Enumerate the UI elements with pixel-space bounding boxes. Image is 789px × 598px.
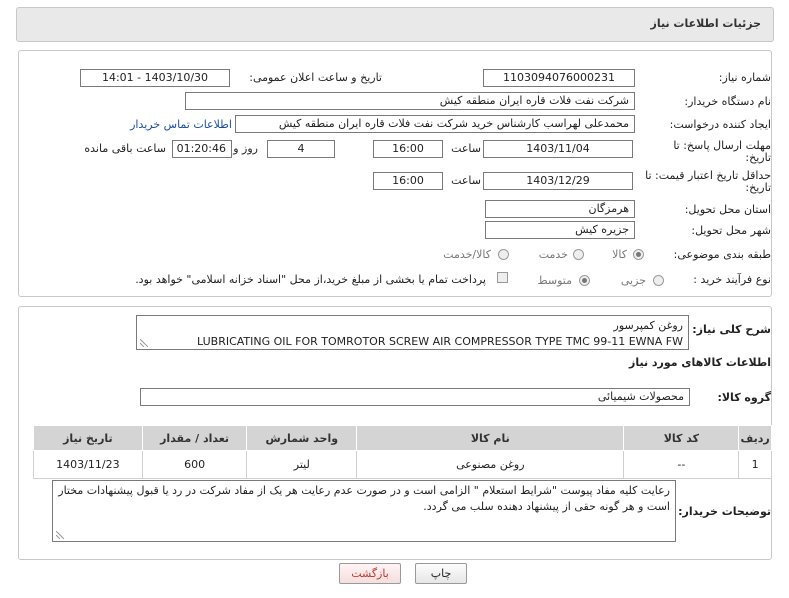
back-button[interactable]: بازگشت <box>339 563 401 584</box>
process-radio-minor[interactable] <box>653 275 664 286</box>
description-label: شرح کلی نیاز: <box>692 323 771 336</box>
process-option-medium: متوسط <box>537 274 572 287</box>
goods-table-header: ردیف کد کالا نام کالا واحد شمارش تعداد /… <box>33 425 772 451</box>
cell-unit: لیتر <box>246 450 358 479</box>
description-line-2: LUBRICATING OIL FOR TOMROTOR SCREW AIR C… <box>197 335 683 348</box>
time-remaining-label: ساعت باقی مانده <box>84 142 166 155</box>
goods-section-title: اطلاعات کالاهای مورد نیاز <box>629 356 771 369</box>
category-radio-goods-service[interactable] <box>498 249 509 260</box>
category-radio-service[interactable] <box>573 249 584 260</box>
process-radio-medium[interactable] <box>579 275 590 286</box>
page-title: جزئیات اطلاعات نیاز <box>650 17 762 30</box>
category-option-goods-service: کالا/خدمت <box>443 248 491 261</box>
buyer-notes-text: رعایت کلیه مفاد پیوست "شرایط استعلام " ا… <box>58 484 670 513</box>
validity-date-field: 1403/12/29 <box>483 172 633 190</box>
treasury-payment-note: پرداخت تمام یا بخشی از مبلغ خرید،از محل … <box>135 273 486 286</box>
process-option-minor: جزیی <box>620 274 646 287</box>
deadline-time-field: 16:00 <box>373 140 443 158</box>
cell-code: -- <box>623 450 740 479</box>
days-remaining-field: 4 <box>267 140 335 158</box>
province-label: استان محل تحویل: <box>684 203 771 216</box>
goods-table: ردیف کد کالا نام کالا واحد شمارش تعداد /… <box>33 425 772 479</box>
col-qty: تعداد / مقدار <box>141 425 248 451</box>
description-textarea: روغن کمپرسور LUBRICATING OIL FOR TOMROTO… <box>136 315 689 350</box>
category-label: طبقه بندی موضوعی: <box>673 248 771 261</box>
announce-date-field: 1403/10/30 - 14:01 <box>80 69 230 87</box>
process-label: نوع فرآیند خرید : <box>693 273 771 286</box>
buyer-org-field: شرکت نفت فلات قاره ایران منطقه کیش <box>185 92 635 110</box>
province-field: هرمزگان <box>485 200 635 218</box>
buyer-notes-label: توضیحات خریدار: <box>678 505 771 518</box>
buyer-notes-textarea: رعایت کلیه مفاد پیوست "شرایط استعلام " ا… <box>52 480 676 542</box>
deadline-label-2: تاریخ: <box>745 151 771 164</box>
category-option-service: خدمت <box>538 248 568 261</box>
creator-label: ایجاد کننده درخواست: <box>669 118 771 131</box>
validity-time-field: 16:00 <box>373 172 443 190</box>
need-number-field: 1103094076000231 <box>483 69 635 87</box>
col-name: نام کالا <box>356 425 625 451</box>
goods-group-label: گروه کالا: <box>717 391 771 404</box>
cell-date: 1403/11/23 <box>33 450 143 479</box>
col-code: کد کالا <box>623 425 740 451</box>
print-button[interactable]: چاپ <box>415 563 467 584</box>
buyer-contact-link[interactable]: اطلاعات تماس خریدار <box>130 117 232 133</box>
col-unit: واحد شمارش <box>246 425 358 451</box>
category-radio-goods[interactable] <box>633 249 644 260</box>
deadline-date-field: 1403/11/04 <box>483 140 633 158</box>
table-row: 1 -- روغن مصنوعی لیتر 600 1403/11/23 <box>33 450 772 479</box>
deadline-time-label: ساعت <box>451 142 481 155</box>
treasury-payment-checkbox[interactable] <box>497 272 508 283</box>
validity-time-label: ساعت <box>451 174 481 187</box>
announce-date-label: تاریخ و ساعت اعلان عمومی: <box>249 71 382 84</box>
col-date: تاریخ نیاز <box>33 425 143 451</box>
goods-group-field: محصولات شیمیائی <box>140 388 690 406</box>
description-line-1: روغن کمپرسور <box>613 319 683 332</box>
resize-grip-icon[interactable] <box>140 339 148 347</box>
resize-grip-icon[interactable] <box>56 531 64 539</box>
time-remaining-field: 01:20:46 <box>172 140 232 158</box>
need-number-label: شماره نیاز: <box>718 71 771 84</box>
col-row: ردیف <box>738 425 772 451</box>
cell-name: روغن مصنوعی <box>356 450 625 479</box>
buyer-org-label: نام دستگاه خریدار: <box>684 95 771 108</box>
validity-label-2: تاریخ: <box>745 181 771 194</box>
cell-qty: 600 <box>141 450 248 479</box>
city-label: شهر محل تحویل: <box>691 224 771 237</box>
category-option-goods: کالا <box>612 248 627 261</box>
cell-row: 1 <box>738 450 772 479</box>
page-header: جزئیات اطلاعات نیاز <box>16 7 774 42</box>
city-field: جزیره کیش <box>485 221 635 239</box>
creator-field: محمدعلی لهراسب کارشناس خرید شرکت نفت فلا… <box>235 115 635 133</box>
days-label: روز و <box>233 142 258 155</box>
